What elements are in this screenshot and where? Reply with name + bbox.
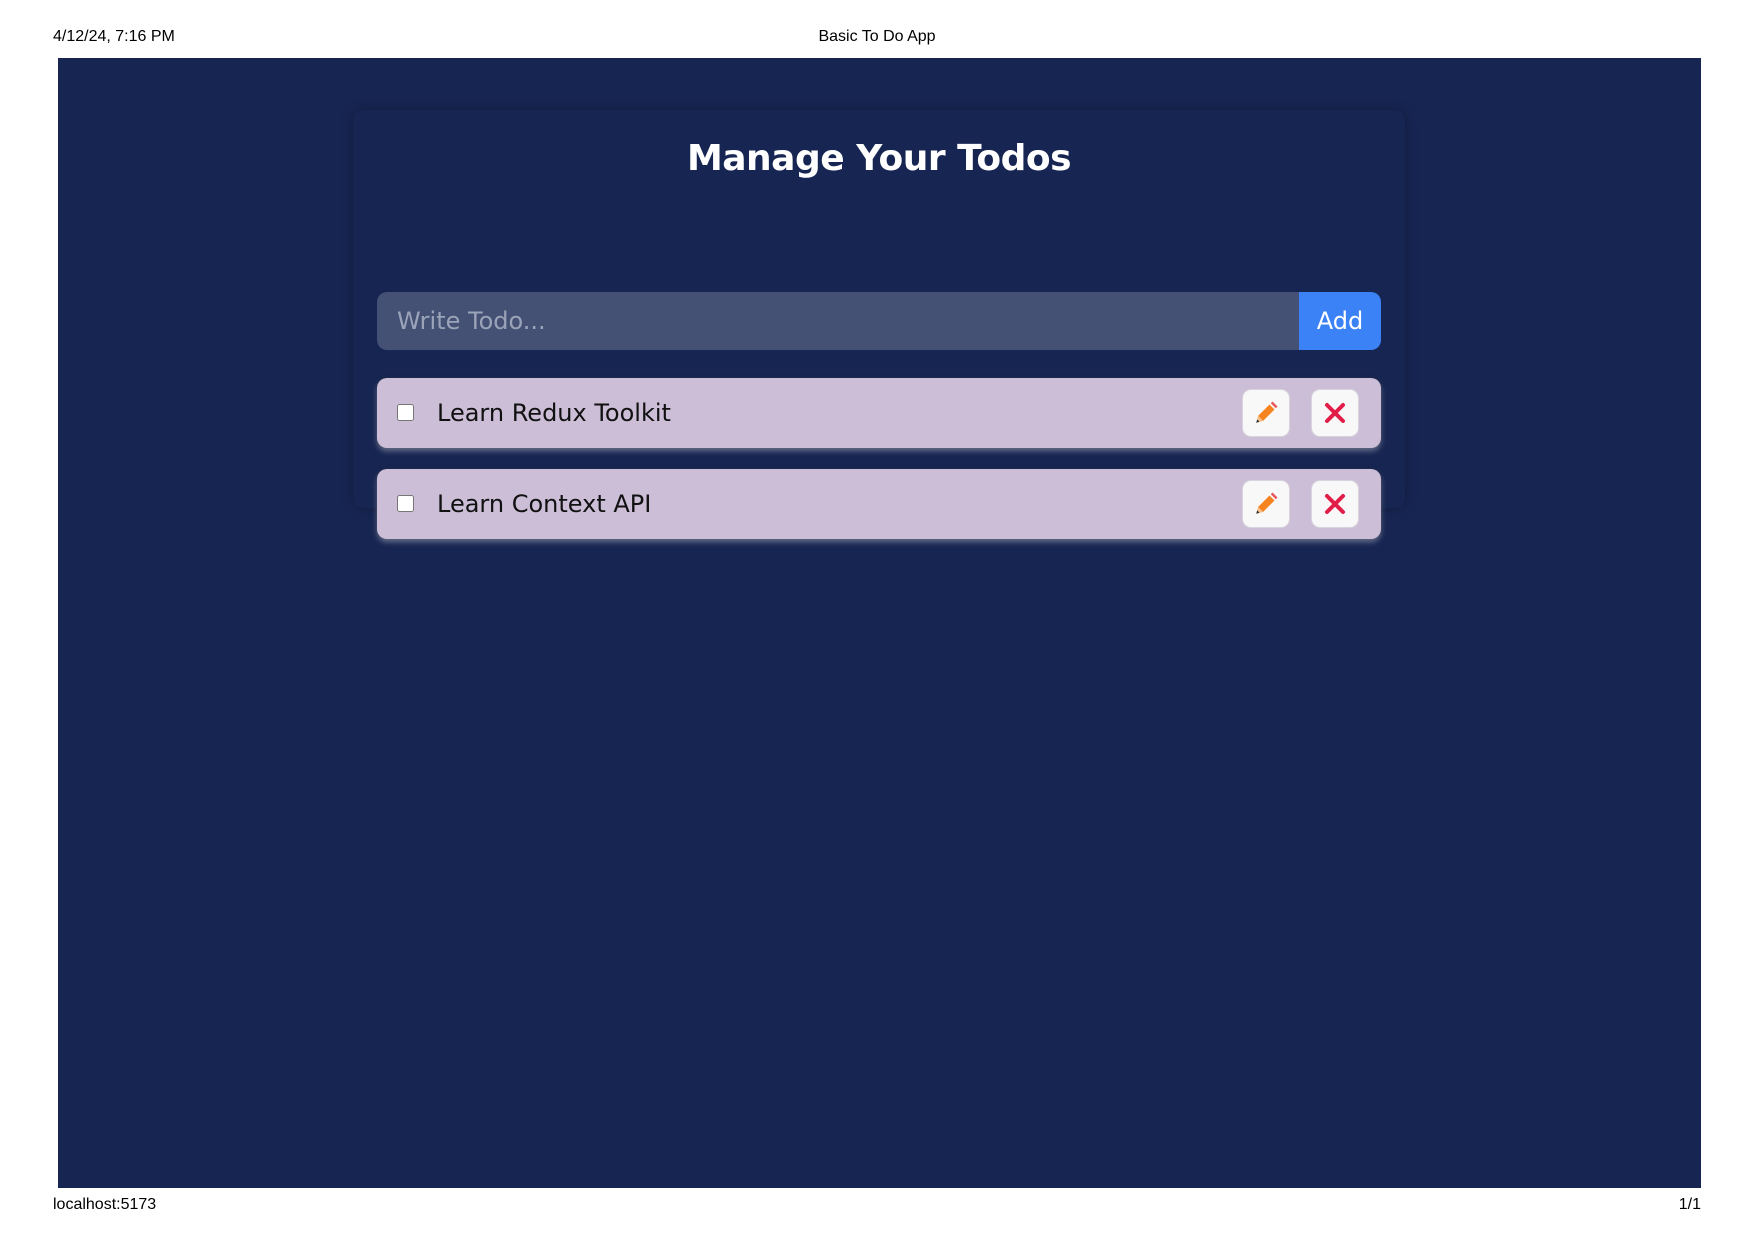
delete-todo-button[interactable]: [1311, 480, 1359, 528]
todo-form: Add: [377, 292, 1381, 350]
pencil-icon: [1253, 491, 1279, 517]
close-icon: [1322, 400, 1348, 426]
app-viewport: Manage Your Todos Add Learn Redux Toolki…: [58, 58, 1701, 1188]
edit-todo-button[interactable]: [1242, 389, 1290, 437]
delete-todo-button[interactable]: [1311, 389, 1359, 437]
todo-text: Learn Context API: [437, 490, 652, 518]
pencil-icon: [1253, 400, 1279, 426]
edit-todo-button[interactable]: [1242, 480, 1290, 528]
todo-item: Learn Redux Toolkit: [377, 378, 1381, 448]
print-footer: localhost:5173 1/1: [0, 1196, 1754, 1218]
todo-container: Manage Your Todos Add Learn Redux Toolki…: [353, 110, 1405, 539]
todo-text: Learn Redux Toolkit: [437, 399, 671, 427]
print-header: 4/12/24, 7:16 PM Basic To Do App: [0, 28, 1754, 50]
page-title: Manage Your Todos: [686, 138, 1072, 179]
todo-complete-checkbox[interactable]: [397, 404, 414, 421]
print-page-title: Basic To Do App: [818, 28, 936, 45]
print-page-count: 1/1: [1678, 1196, 1701, 1213]
close-icon: [1322, 491, 1348, 517]
add-todo-button[interactable]: Add: [1299, 292, 1381, 350]
todo-item: Learn Context API: [377, 469, 1381, 539]
todo-complete-checkbox[interactable]: [397, 495, 414, 512]
print-url: localhost:5173: [53, 1196, 157, 1213]
todo-input[interactable]: [377, 292, 1299, 350]
